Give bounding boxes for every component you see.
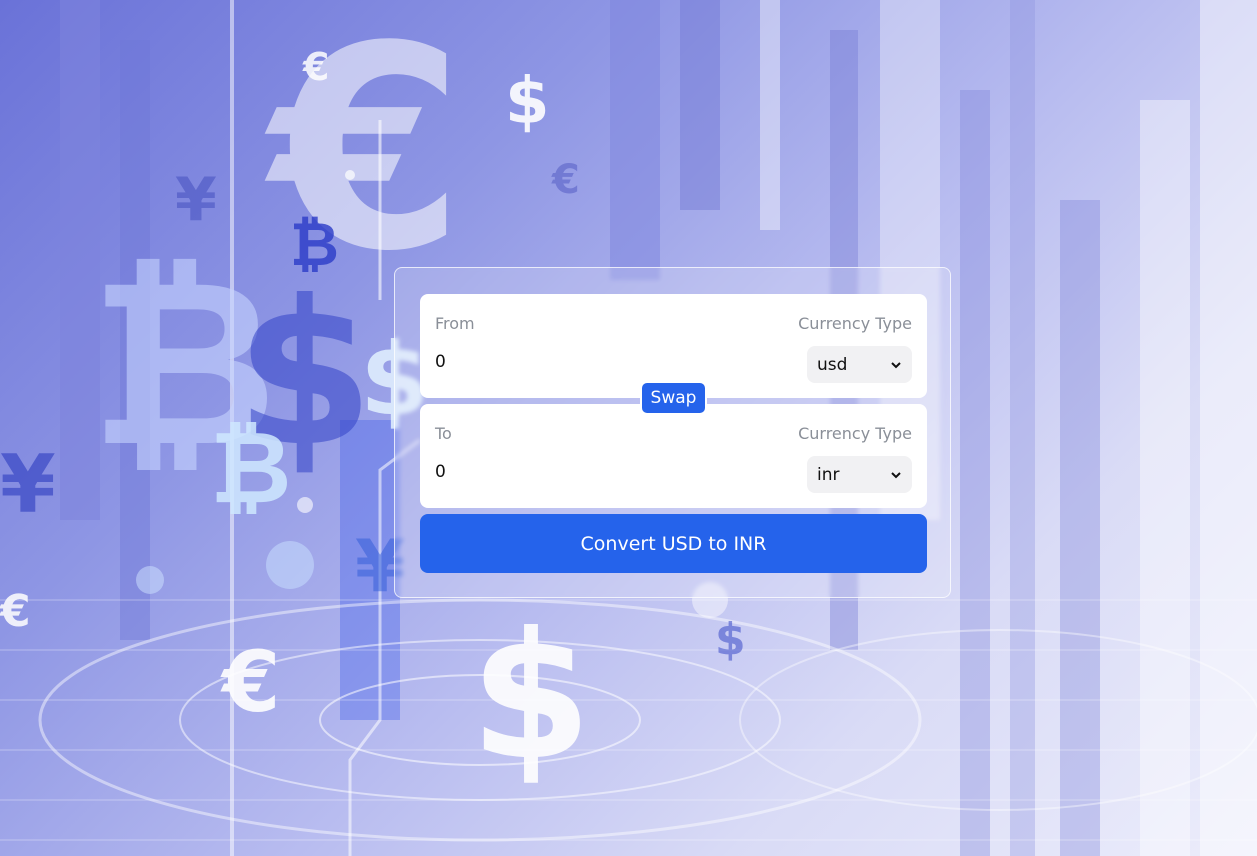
to-currency-select[interactable]: inr xyxy=(807,456,912,493)
chevron-down-icon xyxy=(891,361,901,368)
to-field: To Currency Type inr xyxy=(420,404,927,508)
converter-card: From Currency Type usd To Currency Type … xyxy=(394,267,951,598)
swap-button[interactable]: Swap xyxy=(640,381,707,415)
from-currency-value: usd xyxy=(817,354,848,375)
to-amount-input[interactable] xyxy=(435,456,735,488)
to-currency-value: inr xyxy=(817,464,840,485)
from-currency-select[interactable]: usd xyxy=(807,346,912,383)
to-label: To xyxy=(435,424,452,443)
from-currency-type-label: Currency Type xyxy=(798,314,912,333)
chevron-down-icon xyxy=(891,471,901,478)
from-amount-input[interactable] xyxy=(435,346,735,378)
convert-button[interactable]: Convert USD to INR xyxy=(420,514,927,573)
from-label: From xyxy=(435,314,475,333)
to-currency-type-label: Currency Type xyxy=(798,424,912,443)
